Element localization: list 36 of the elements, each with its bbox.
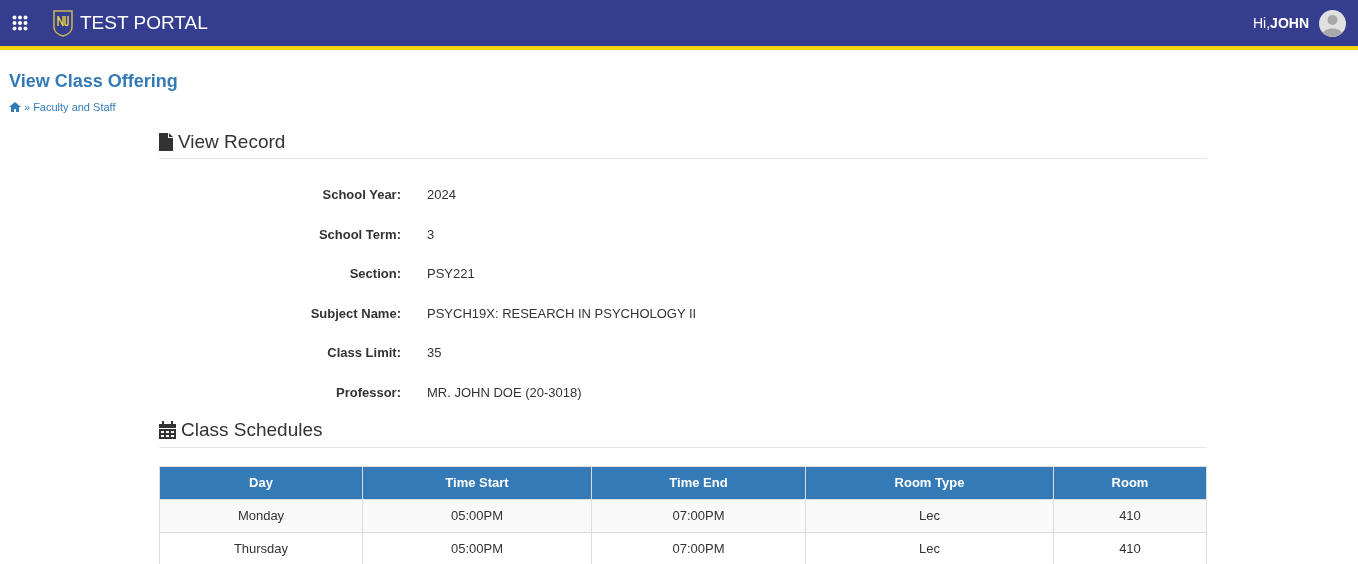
section-heading: Class Schedules [181,418,323,442]
table-cell: Lec [805,499,1054,532]
field-value: PSYCH19X: RESEARCH IN PSYCHOLOGY II [427,304,697,323]
field-label: School Term: [317,225,401,244]
column-header: Day [159,466,363,499]
shield-logo-icon [52,9,74,37]
table-cell: 410 [1053,499,1207,532]
field-value: 3 [427,225,435,244]
page-title: View Class Offering [9,70,179,93]
column-header: Time End [591,466,806,499]
breadcrumb-separator: » [24,100,31,115]
user-greeting: Hi,JOHN [1252,13,1309,33]
table-cell: 07:00PM [591,499,806,532]
field-label: Professor: [334,383,401,402]
table-cell: 05:00PM [362,499,592,532]
table-cell: Thursday [159,532,363,564]
field-value: MR. JOHN DOE (20-3018) [427,383,582,402]
document-icon [159,132,173,151]
field-label: Section: [348,265,401,283]
field-value: PSY221 [427,265,475,283]
breadcrumb-link[interactable]: Faculty and Staff [33,99,116,116]
portal-title: TEST PORTAL [80,10,208,35]
calendar-icon [159,421,176,440]
avatar-icon[interactable] [1319,9,1346,37]
field-value: 35 [427,344,442,362]
column-header: Time Start [362,466,592,499]
section-heading: View Record [178,129,286,154]
field-label: Subject Name: [309,304,401,323]
field-label: School Year: [321,186,401,204]
column-header: Room Type [805,466,1054,499]
column-header: Room [1053,466,1207,499]
home-icon[interactable] [9,102,21,113]
apps-menu-icon[interactable] [12,15,28,31]
field-value: 2024 [427,186,456,204]
field-label: Class Limit: [326,344,401,362]
table-cell: Monday [159,499,363,532]
